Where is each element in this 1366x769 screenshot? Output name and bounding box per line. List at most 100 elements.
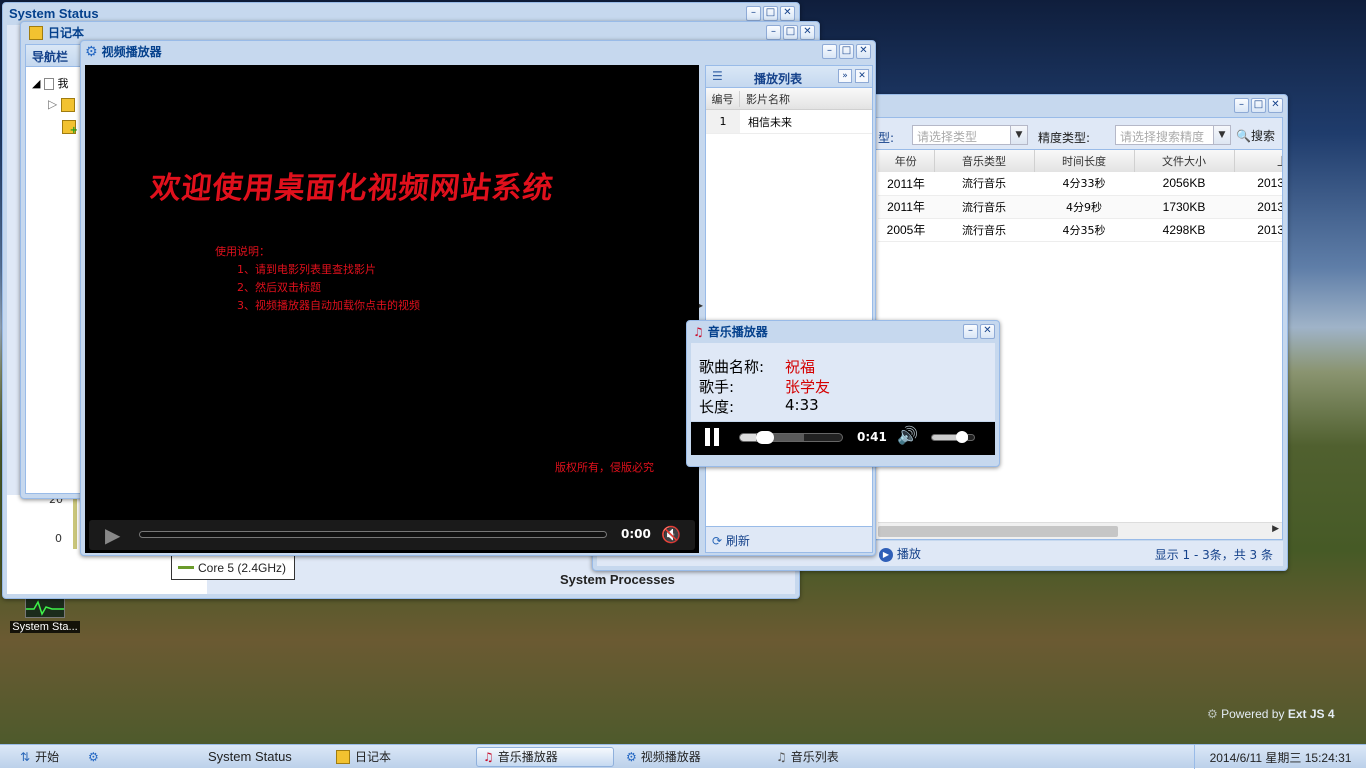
processes-title: System Processes	[560, 572, 675, 587]
nav-title: 导航栏	[32, 50, 69, 64]
taskbar-item-label: 日记本	[355, 750, 392, 764]
close-button[interactable]: ✕	[856, 44, 871, 59]
expand-arrow-icon[interactable]: ▷	[48, 97, 57, 111]
window-title: 音乐播放器	[707, 325, 768, 339]
search-icon: 🔍	[1236, 129, 1251, 143]
minimize-button[interactable]: –	[746, 6, 761, 21]
tree-item-folder[interactable]: ▷	[48, 97, 80, 112]
notebook-icon	[336, 749, 350, 764]
chevron-down-icon[interactable]: ▼	[1213, 126, 1230, 144]
close-button[interactable]: ✕	[1268, 98, 1283, 113]
type-select[interactable]: 请选择类型 ▼	[912, 125, 1028, 145]
col-type[interactable]: 音乐类型	[934, 150, 1035, 172]
volume-icon[interactable]: 🔊	[897, 426, 918, 446]
cell-size: 2056KB	[1162, 176, 1206, 191]
col-number[interactable]: 编号	[706, 90, 740, 107]
seek-knob[interactable]	[755, 431, 774, 444]
play-button-label: 播放	[896, 547, 921, 561]
playlist-row[interactable]: 1 相信未来	[706, 110, 872, 134]
window-title: 视频播放器	[101, 45, 162, 59]
video-seek-bar[interactable]	[139, 531, 607, 538]
cell-type: 流行音乐	[962, 177, 1006, 191]
window-header[interactable]: ⚙ 视频播放器	[81, 41, 875, 62]
play-button[interactable]: ▶ 播放	[879, 545, 921, 562]
system-clock: 2014/6/11 星期三 15:24:31	[1194, 745, 1366, 769]
notebook-icon	[61, 97, 76, 112]
col-duration[interactable]: 时间长度	[1034, 150, 1135, 172]
pause-icon[interactable]	[705, 428, 721, 447]
table-row[interactable]: 2005年 流行音乐 4分35秒 4298KB 2013-	[878, 218, 1282, 241]
col-date[interactable]: 上	[1234, 150, 1282, 172]
cell-duration: 4分33秒	[1062, 177, 1106, 191]
minimize-button[interactable]: –	[766, 25, 781, 40]
col-title[interactable]: 影片名称	[740, 91, 790, 107]
taskbar-item-music-list[interactable]: ♫ 音乐列表	[770, 747, 910, 767]
song-value: 祝福	[785, 358, 816, 376]
music-controls: 0:41 🔊	[691, 422, 995, 455]
maximize-button[interactable]: □	[783, 25, 798, 40]
instruction-3: 3、视频播放器自动加载你点击的视频	[237, 299, 420, 312]
taskbar-item-label: 视频播放器	[640, 750, 701, 764]
splitter-handle[interactable]: ▸	[699, 301, 703, 310]
maximize-button[interactable]: □	[839, 44, 854, 59]
video-player-icon: ⚙	[626, 749, 637, 764]
close-button[interactable]: ✕	[980, 324, 995, 339]
chevron-down-icon[interactable]: ▼	[1010, 126, 1027, 144]
video-screen: 欢迎使用桌面化视频网站系统 使用说明： 1、请到电影列表里查找影片 2、然后双击…	[85, 65, 699, 553]
taskbar-item-system-status[interactable]: System Status	[184, 747, 324, 767]
taskbar-item-diary[interactable]: 日记本	[330, 747, 470, 767]
system-monitor-icon	[25, 598, 65, 618]
legend-swatch	[178, 566, 194, 569]
tree-item-root[interactable]: ◢ 我	[32, 75, 68, 91]
taskbar-item-video-player[interactable]: ⚙ 视频播放器	[620, 747, 764, 767]
quick-launch-video[interactable]: ⚙	[82, 747, 178, 767]
collapse-icon[interactable]: »	[838, 69, 852, 83]
notebook-icon	[29, 25, 43, 40]
volume-slider[interactable]	[931, 434, 975, 441]
video-headline: 欢迎使用桌面化视频网站系统	[148, 171, 556, 206]
video-player-icon: ⚙	[88, 749, 99, 764]
minimize-button[interactable]: –	[1234, 98, 1249, 113]
col-year[interactable]: 年份	[878, 150, 935, 172]
search-precision-placeholder: 请选择搜索精度	[1120, 130, 1205, 144]
col-size[interactable]: 文件大小	[1134, 150, 1235, 172]
desktop-icon-system-status[interactable]: System Sta...	[10, 598, 80, 633]
search-button[interactable]: 🔍搜索	[1236, 127, 1275, 144]
maximize-button[interactable]: □	[1251, 98, 1266, 113]
maximize-button[interactable]: □	[763, 6, 778, 21]
music-seek-bar[interactable]	[739, 433, 843, 442]
cell-type: 流行音乐	[962, 200, 1006, 214]
scrollbar-thumb[interactable]	[878, 526, 1118, 537]
start-button[interactable]: ⇅ 开始	[14, 747, 76, 767]
table-row[interactable]: 2011年 流行音乐 4分9秒 1730KB 2013-	[878, 195, 1282, 218]
play-circle-icon: ▶	[879, 547, 893, 562]
expand-arrow-icon[interactable]: ◢	[32, 77, 40, 90]
search-precision-select[interactable]: 请选择搜索精度 ▼	[1115, 125, 1231, 145]
mute-icon[interactable]: 🔇	[661, 525, 681, 544]
play-icon[interactable]: ▶	[105, 523, 120, 547]
music-note-icon: ♫	[483, 749, 494, 764]
taskbar-item-music-player[interactable]: ♫ 音乐播放器	[476, 746, 614, 767]
table-row[interactable]: 2011年 流行音乐 4分33秒 2056KB 2013-	[878, 172, 1282, 195]
chart-axis	[73, 499, 77, 549]
tree-item-add[interactable]: +	[62, 119, 81, 136]
chart-legend: Core 5 (2.4GHz)	[171, 555, 295, 580]
refresh-button[interactable]: ⟳ 刷新	[712, 532, 750, 549]
video-player-icon: ⚙	[85, 43, 98, 60]
cell-type: 流行音乐	[962, 223, 1006, 237]
close-button[interactable]: ✕	[800, 25, 815, 40]
cell-duration: 4分35秒	[1062, 223, 1106, 237]
scroll-right-icon[interactable]: ▶	[1272, 524, 1279, 534]
close-icon[interactable]: ✕	[855, 69, 869, 83]
minimize-button[interactable]: –	[822, 44, 837, 59]
volume-knob[interactable]	[956, 431, 969, 443]
powered-by-brand: Ext JS 4	[1287, 707, 1335, 721]
window-header[interactable]: ♫ 音乐播放器	[687, 321, 999, 342]
taskbar-item-label: 音乐播放器	[497, 750, 558, 764]
powered-by-text: Powered by	[1221, 707, 1285, 721]
music-played-fill	[740, 434, 757, 441]
close-button[interactable]: ✕	[780, 6, 795, 21]
minimize-button[interactable]: –	[963, 324, 978, 339]
horizontal-scrollbar[interactable]: ▶	[878, 522, 1282, 539]
video-controls: ▶ 0:00 🔇	[89, 520, 695, 550]
